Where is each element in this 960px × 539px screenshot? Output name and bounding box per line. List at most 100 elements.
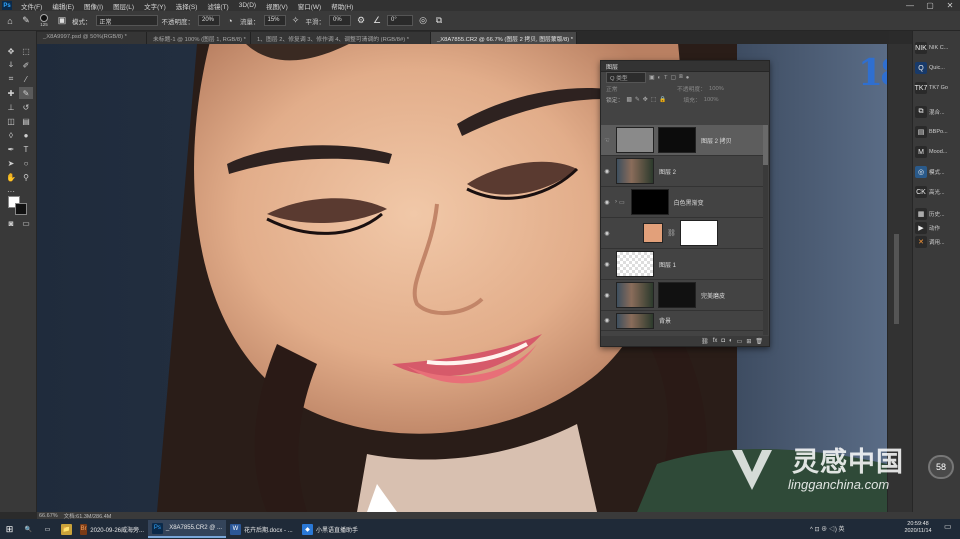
- menu-file[interactable]: 文件(F): [16, 1, 47, 11]
- layer-row-background[interactable]: ◉ 背景: [601, 311, 764, 331]
- search-button[interactable]: 🔍: [19, 520, 38, 538]
- chevron-right-icon[interactable]: ›: [615, 199, 617, 205]
- eraser-tool-icon[interactable]: ◫: [4, 115, 18, 127]
- notification-icon[interactable]: ▭: [944, 522, 956, 535]
- pressure-size-icon[interactable]: ◎: [417, 15, 429, 27]
- filter-pixel-icon[interactable]: ▣: [649, 75, 654, 81]
- lasso-tool-icon[interactable]: ↆ: [4, 59, 18, 71]
- menu-edit[interactable]: 编辑(E): [47, 1, 79, 11]
- quick-select-tool-icon[interactable]: ✐: [19, 59, 33, 71]
- fill-value[interactable]: 100%: [704, 97, 719, 103]
- tab-document-active[interactable]: _X8A7855.CR2 @ 66.7% (图层 2 拷贝, 图层蒙版/8) *: [431, 32, 577, 44]
- menu-type[interactable]: 文字(Y): [139, 1, 171, 11]
- lock-all-icon[interactable]: 🔒: [659, 97, 666, 103]
- delete-layer-icon[interactable]: 🗑: [755, 338, 763, 345]
- close-button[interactable]: ✕: [940, 0, 960, 11]
- lock-pixels-icon[interactable]: ▩: [626, 97, 631, 103]
- tab-document-1[interactable]: _X8A9997.psd @ 50%(RGB/8) *: [37, 32, 147, 44]
- taskbar-explorer[interactable]: 📁: [57, 520, 76, 538]
- gradient-tool-icon[interactable]: ▤: [19, 115, 33, 127]
- background-color-swatch[interactable]: [15, 203, 27, 215]
- clone-stamp-tool-icon[interactable]: ⊥: [4, 101, 18, 113]
- layer-name[interactable]: 图层 1: [659, 260, 676, 269]
- menu-filter[interactable]: 滤镜(T): [202, 1, 233, 11]
- color-fill-swatch[interactable]: [643, 223, 663, 243]
- airbrush-icon[interactable]: ✧: [290, 15, 302, 27]
- menu-window[interactable]: 窗口(W): [293, 1, 326, 11]
- zoom-level[interactable]: 66.67%: [39, 513, 58, 519]
- new-group-icon[interactable]: ▭: [737, 338, 743, 345]
- plugin-highlight[interactable]: CK 高光...: [915, 183, 959, 201]
- visibility-hand-icon[interactable]: ☜: [601, 137, 613, 144]
- home-icon[interactable]: ⌂: [4, 15, 16, 27]
- layer-row-layer2[interactable]: ◉ 图层 2: [601, 156, 764, 187]
- lock-move-icon[interactable]: ✥: [643, 97, 648, 103]
- link-layers-icon[interactable]: ⛓: [701, 338, 709, 345]
- brush-settings-icon[interactable]: ▣: [56, 15, 68, 27]
- task-view-button[interactable]: ▭: [38, 520, 57, 538]
- tab-document-2[interactable]: 未标题-1 @ 100% (图层 1, RGB/8) *: [147, 32, 251, 44]
- filter-toggle-icon[interactable]: ●: [686, 75, 690, 81]
- taskbar-word[interactable]: W 花卉后期.docx - ...: [226, 520, 298, 538]
- canvas-vertical-scrollbar[interactable]: [894, 234, 899, 324]
- lock-artboard-icon[interactable]: ⬚: [651, 97, 656, 103]
- type-tool-icon[interactable]: T: [19, 143, 33, 155]
- angle-field[interactable]: 0°: [387, 15, 413, 26]
- symmetry-icon[interactable]: ⧉: [433, 15, 445, 27]
- plugin-mode[interactable]: ◎ 模式...: [915, 163, 959, 181]
- plugin-bbpo[interactable]: ▤ BBPo...: [915, 123, 959, 141]
- brush-tool-icon[interactable]: ✎: [20, 15, 32, 27]
- plugin-tk7[interactable]: TK7 TK7 Go: [915, 79, 959, 97]
- quick-mask-icon[interactable]: ◙: [4, 217, 18, 229]
- shape-tool-icon[interactable]: ○: [19, 157, 33, 169]
- filter-type-icon[interactable]: T: [664, 75, 668, 81]
- layer-opacity-value[interactable]: 100%: [709, 86, 724, 92]
- flow-field[interactable]: 15%: [263, 15, 286, 26]
- path-select-tool-icon[interactable]: ➤: [4, 157, 18, 169]
- group-mask-thumbnail[interactable]: [630, 189, 669, 215]
- new-layer-icon[interactable]: ⊞: [746, 338, 751, 345]
- mode-select[interactable]: 正常: [95, 15, 158, 26]
- move-tool-icon[interactable]: ✥: [4, 45, 18, 57]
- eye-icon[interactable]: ◉: [601, 168, 613, 175]
- lock-paint-icon[interactable]: ✎: [635, 97, 640, 103]
- layer-filter-select[interactable]: Q 类型: [606, 72, 646, 83]
- layer-row-layer2-copy[interactable]: ☜ 图层 2 拷贝: [601, 125, 764, 156]
- layer-name[interactable]: 背景: [659, 316, 671, 325]
- minimize-button[interactable]: —: [900, 0, 920, 11]
- layer-mask-thumbnail[interactable]: [658, 127, 696, 153]
- brush-preset-picker[interactable]: 125: [36, 14, 52, 27]
- eye-icon[interactable]: ◉: [601, 230, 613, 237]
- layer-row-smooth-skin[interactable]: ◉ 完美磨皮: [601, 280, 764, 311]
- opacity-field[interactable]: 20%: [198, 15, 220, 26]
- layer-name[interactable]: 完美磨皮: [701, 291, 725, 300]
- history-brush-tool-icon[interactable]: ↺: [19, 101, 33, 113]
- eyedropper-tool-icon[interactable]: ⁄: [19, 73, 33, 85]
- maximize-button[interactable]: ▢: [920, 0, 940, 11]
- taskbar-bridge[interactable]: Br 2020-09-26威海旁...: [76, 520, 148, 538]
- layer-name[interactable]: 白色黑渐变: [674, 198, 704, 207]
- layers-scrollbar[interactable]: [763, 125, 768, 335]
- blend-mode-select[interactable]: 正常: [606, 84, 654, 93]
- menu-help[interactable]: 帮助(H): [326, 1, 358, 11]
- plugin-quick[interactable]: Q Quic...: [915, 59, 959, 77]
- plugin-nik[interactable]: NIK NIK C...: [915, 39, 959, 57]
- panel-invoke[interactable]: ✕ 调用...: [915, 233, 959, 251]
- marquee-tool-icon[interactable]: ⬚: [19, 45, 33, 57]
- layer-name[interactable]: 图层 2: [659, 167, 676, 176]
- dodge-tool-icon[interactable]: ●: [19, 129, 33, 141]
- crop-tool-icon[interactable]: ⌗: [4, 73, 18, 85]
- menu-3d[interactable]: 3D(D): [234, 2, 261, 9]
- adjustment-icon[interactable]: ◐: [729, 338, 733, 344]
- clock[interactable]: 20:59:48 2020/11/14: [898, 521, 938, 535]
- system-tray[interactable]: ^ ⊡ ⊕ ◁) 英: [810, 524, 845, 533]
- taskbar-live-assistant[interactable]: ◆ 小黑语直播助手: [298, 520, 370, 538]
- menu-image[interactable]: 图像(I): [79, 1, 108, 11]
- menu-select[interactable]: 选择(S): [171, 1, 203, 11]
- menu-view[interactable]: 视图(V): [261, 1, 293, 11]
- layer-mask-thumbnail[interactable]: [658, 282, 696, 308]
- eye-icon[interactable]: ◉: [601, 199, 613, 206]
- start-button[interactable]: ⊞: [0, 520, 19, 538]
- blur-tool-icon[interactable]: ◊: [4, 129, 18, 141]
- layer-mask-thumbnail[interactable]: [679, 220, 718, 246]
